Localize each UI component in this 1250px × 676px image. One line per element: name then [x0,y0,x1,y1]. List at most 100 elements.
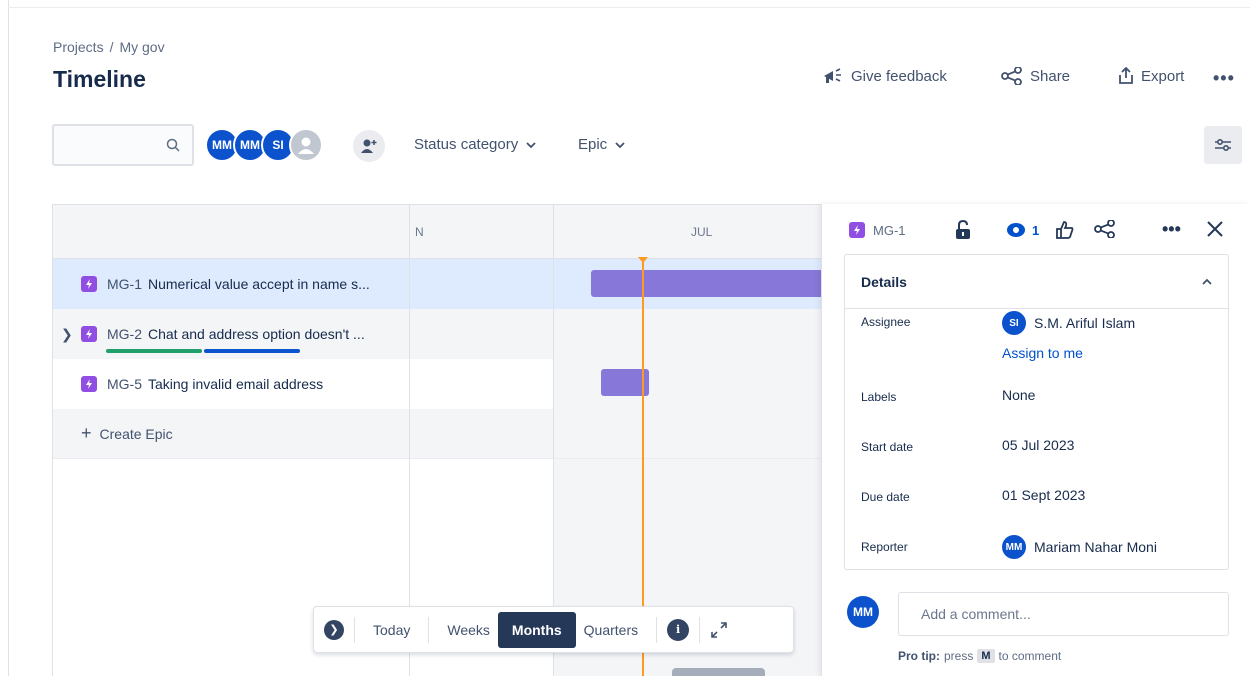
export-button[interactable]: Export [1118,67,1184,85]
timeline-zoom-toolbar: ❯ Today Weeks Months Quarters i [313,606,794,653]
give-feedback-button[interactable]: Give feedback [822,67,947,85]
details-title: Details [861,273,907,290]
start-date-label: Start date [861,440,914,454]
search-icon [166,138,180,152]
labels-label: Labels [861,390,897,404]
status-category-label: Status category [414,136,519,153]
vote-button[interactable] [1055,220,1075,240]
breadcrumb: Projects / My gov [53,39,165,55]
thumbs-up-icon [1056,221,1074,239]
epic-summary: Taking invalid email address [148,376,324,392]
give-feedback-label: Give feedback [851,67,947,85]
chevron-right-icon[interactable]: ❯ [324,619,344,640]
info-icon[interactable]: i [667,618,690,641]
issue-key-link[interactable]: MG-1 [849,222,906,238]
lock-button[interactable] [955,220,971,240]
today-button[interactable]: Today [365,612,418,648]
row-divider [53,458,833,459]
horizontal-scrollbar[interactable] [672,668,765,676]
schedule-bar-mg-1[interactable] [591,270,833,297]
reporter-value[interactable]: MM Mariam Nahar Moni [1002,535,1157,559]
epic-row-mg-1[interactable]: MG-1 Numerical value accept in name s... [53,259,409,309]
epic-filter[interactable]: Epic [578,136,625,153]
expand-icon[interactable] [710,621,728,639]
megaphone-icon [824,68,841,83]
avatar: MM [1002,535,1026,559]
share-icon [1001,67,1022,85]
divider [699,616,701,643]
avatar: MM [847,596,879,628]
epic-row-mg-2[interactable]: ❯ MG-2 Chat and address option doesn't .… [53,309,409,359]
assignee-value[interactable]: SI S.M. Ariful Islam [1002,311,1135,335]
pro-tip-label: Pro tip: [898,649,940,663]
comment-input[interactable]: Add a comment... [898,592,1229,636]
keyboard-shortcut: M [977,649,995,663]
quarters-button[interactable]: Quarters [576,612,646,648]
sidebar-edge [8,0,9,676]
due-date-label: Due date [861,490,910,504]
add-people-button[interactable] [353,130,385,162]
sliders-icon [1215,138,1231,152]
labels-value[interactable]: None [1002,387,1035,403]
epic-key: MG-5 [107,376,142,392]
status-category-filter[interactable]: Status category [414,136,536,153]
breadcrumb-projects[interactable]: Projects [53,39,104,55]
breadcrumb-project[interactable]: My gov [119,39,164,55]
divider [354,616,355,643]
epic-lightning-icon [81,376,97,392]
chevron-up-icon [1202,278,1212,285]
more-icon[interactable]: ••• [1162,219,1181,240]
share-button[interactable]: Share [1001,67,1070,85]
export-icon [1119,67,1133,84]
assignee-label: Assignee [861,315,911,329]
epic-key: MG-1 [107,276,142,292]
create-epic-button[interactable]: + Create Epic [81,423,173,444]
start-date-value[interactable]: 05 Jul 2023 [1002,437,1074,453]
search-field[interactable] [52,124,194,166]
epic-lightning-icon [81,326,97,342]
chevron-down-icon [615,141,625,148]
close-icon [1207,221,1223,237]
issue-key: MG-1 [873,222,906,238]
chevron-down-icon [526,141,536,148]
export-label: Export [1141,67,1185,85]
month-label-jun: N [415,225,424,239]
create-epic-label: Create Epic [99,425,173,442]
timeline-header: N JUL [53,205,833,259]
unassigned-avatar[interactable] [289,128,323,162]
share-label: Share [1030,67,1071,85]
details-header[interactable]: Details [845,255,1228,309]
page-title: Timeline [53,66,146,92]
pro-tip-text: press [944,649,974,663]
epic-key: MG-2 [107,326,142,342]
progress-in-progress [204,349,300,353]
share-issue-button[interactable] [1094,220,1116,238]
month-label-jul: JUL [691,225,713,239]
due-date-value[interactable]: 01 Sept 2023 [1002,487,1085,503]
epic-row-mg-5[interactable]: MG-5 Taking invalid email address [53,359,409,409]
reporter-name: Mariam Nahar Moni [1034,539,1157,555]
chevron-right-icon[interactable]: ❯ [61,326,73,343]
today-marker-head [638,257,648,263]
epic-summary: Numerical value accept in name s... [148,276,370,292]
pro-tip-text: to comment [998,649,1062,663]
details-section: Details Assignee SI S.M. Ariful Islam As… [844,254,1229,570]
more-actions-button[interactable]: ••• [1213,68,1235,89]
view-settings-button[interactable] [1204,126,1242,164]
months-button[interactable]: Months [497,611,576,648]
divider [656,616,658,643]
progress-done [106,349,202,353]
epic-summary: Chat and address option doesn't ... [148,326,365,342]
people-filter: MM MM SI [205,128,323,162]
search-input[interactable] [60,136,160,152]
top-divider [8,7,1250,8]
watch-button[interactable]: 1 [1006,222,1039,238]
close-button[interactable] [1206,220,1224,238]
assign-to-me-link[interactable]: Assign to me [1002,345,1083,361]
reporter-label: Reporter [861,540,908,554]
divider [428,616,430,643]
epic-lightning-icon [81,276,97,292]
issue-details-panel: MG-1 1 ••• Details Assignee SI S.M. Arif… [821,204,1250,676]
breadcrumb-separator: / [109,39,114,55]
weeks-button[interactable]: Weeks [439,612,498,648]
